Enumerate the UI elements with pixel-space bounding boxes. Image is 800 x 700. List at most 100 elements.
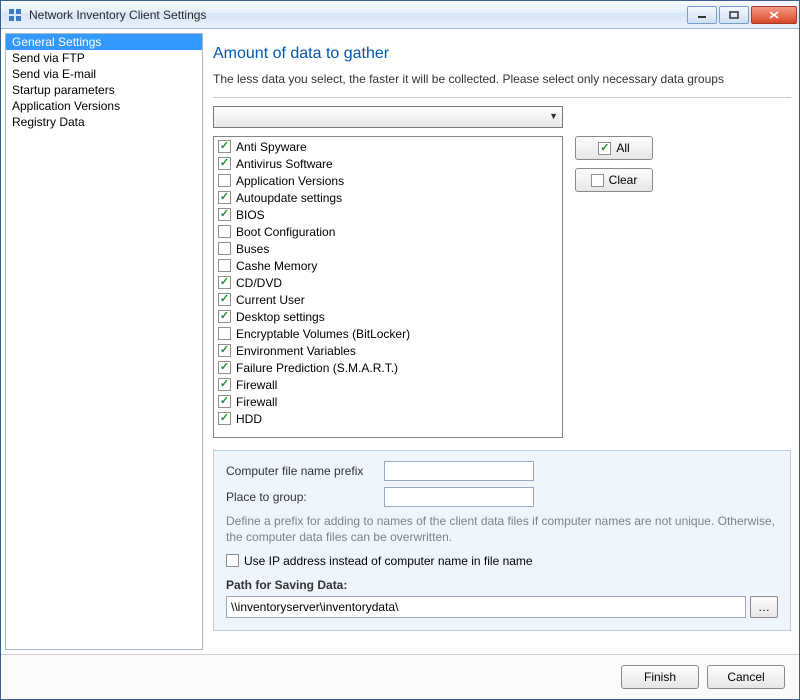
checkbox-icon[interactable] bbox=[218, 361, 231, 374]
options-panel: Computer file name prefix Place to group… bbox=[213, 450, 791, 630]
checklist-item-label: Antivirus Software bbox=[236, 157, 333, 171]
checklist-item-label: CD/DVD bbox=[236, 276, 282, 290]
sidebar-item-startup-parameters[interactable]: Startup parameters bbox=[6, 82, 202, 98]
titlebar: Network Inventory Client Settings bbox=[1, 1, 799, 29]
window-title: Network Inventory Client Settings bbox=[29, 8, 685, 22]
all-label: All bbox=[616, 141, 629, 155]
checklist-item[interactable]: Antivirus Software bbox=[214, 155, 562, 172]
cancel-button[interactable]: Cancel bbox=[707, 665, 785, 689]
use-ip-label: Use IP address instead of computer name … bbox=[244, 554, 533, 568]
maximize-button[interactable] bbox=[719, 6, 749, 24]
ellipsis-icon: … bbox=[758, 600, 770, 614]
checkbox-icon[interactable] bbox=[218, 259, 231, 272]
prefix-input[interactable] bbox=[384, 461, 534, 481]
checklist-item[interactable]: Buses bbox=[214, 240, 562, 257]
app-icon bbox=[7, 7, 23, 23]
cancel-label: Cancel bbox=[727, 670, 764, 684]
checklist-item-label: Failure Prediction (S.M.A.R.T.) bbox=[236, 361, 398, 375]
checklist-item[interactable]: Firewall bbox=[214, 376, 562, 393]
checkbox-icon[interactable] bbox=[218, 344, 231, 357]
path-row: … bbox=[226, 596, 778, 618]
sidebar-item-send-via-ftp[interactable]: Send via FTP bbox=[6, 50, 202, 66]
path-input[interactable] bbox=[226, 596, 746, 618]
sidebar-item-registry-data[interactable]: Registry Data bbox=[6, 114, 202, 130]
checkbox-icon[interactable] bbox=[218, 293, 231, 306]
checklist-item-label: Cashe Memory bbox=[236, 259, 317, 273]
checkbox-icon[interactable] bbox=[218, 327, 231, 340]
minimize-button[interactable] bbox=[687, 6, 717, 24]
sidebar: General SettingsSend via FTPSend via E-m… bbox=[5, 33, 203, 650]
checklist-item-label: Autoupdate settings bbox=[236, 191, 342, 205]
checkbox-icon[interactable] bbox=[218, 310, 231, 323]
checklist-item[interactable]: Current User bbox=[214, 291, 562, 308]
finish-button[interactable]: Finish bbox=[621, 665, 699, 689]
prefix-row: Computer file name prefix bbox=[226, 461, 778, 481]
checkbox-icon[interactable] bbox=[218, 174, 231, 187]
checklist-item-label: Environment Variables bbox=[236, 344, 356, 358]
checkbox-icon[interactable] bbox=[218, 225, 231, 238]
checkbox-icon[interactable] bbox=[218, 191, 231, 204]
use-ip-row: Use IP address instead of computer name … bbox=[226, 554, 778, 568]
clear-button[interactable]: Clear bbox=[575, 168, 653, 192]
checkbox-icon[interactable] bbox=[218, 208, 231, 221]
section-description: The less data you select, the faster it … bbox=[213, 71, 791, 87]
checklist-item[interactable]: Boot Configuration bbox=[214, 223, 562, 240]
sidebar-item-application-versions[interactable]: Application Versions bbox=[6, 98, 202, 114]
window-controls bbox=[685, 6, 797, 24]
checklist-item-label: HDD bbox=[236, 412, 262, 426]
checkbox-icon[interactable] bbox=[218, 140, 231, 153]
check-icon bbox=[598, 142, 611, 155]
sidebar-item-send-via-e-mail[interactable]: Send via E-mail bbox=[6, 66, 202, 82]
checklist-item[interactable]: Autoupdate settings bbox=[214, 189, 562, 206]
checklist-item[interactable]: Cashe Memory bbox=[214, 257, 562, 274]
checklist-item-label: Current User bbox=[236, 293, 305, 307]
clear-label: Clear bbox=[609, 173, 638, 187]
uncheck-icon bbox=[591, 174, 604, 187]
category-combo[interactable] bbox=[213, 106, 563, 128]
checklist-item[interactable]: Application Versions bbox=[214, 172, 562, 189]
close-button[interactable] bbox=[751, 6, 797, 24]
sidebar-item-general-settings[interactable]: General Settings bbox=[6, 34, 202, 50]
checklist-item[interactable]: Firewall bbox=[214, 393, 562, 410]
checkbox-icon[interactable] bbox=[218, 157, 231, 170]
group-row: Place to group: bbox=[226, 487, 778, 507]
checklist-item-label: Firewall bbox=[236, 395, 277, 409]
checklist-item-label: Boot Configuration bbox=[236, 225, 335, 239]
checklist-item[interactable]: CD/DVD bbox=[214, 274, 562, 291]
path-label: Path for Saving Data: bbox=[226, 578, 778, 592]
select-all-button[interactable]: All bbox=[575, 136, 653, 160]
checklist-item[interactable]: HDD bbox=[214, 410, 562, 427]
checklist-item[interactable]: Failure Prediction (S.M.A.R.T.) bbox=[214, 359, 562, 376]
browse-button[interactable]: … bbox=[750, 596, 778, 618]
checklist-item-label: Anti Spyware bbox=[236, 140, 307, 154]
help-text: Define a prefix for adding to names of t… bbox=[226, 513, 778, 545]
checklist-buttons: All Clear bbox=[575, 136, 653, 192]
checklist-item[interactable]: BIOS bbox=[214, 206, 562, 223]
footer: Finish Cancel bbox=[1, 654, 799, 699]
checklist-item-label: Firewall bbox=[236, 378, 277, 392]
checklist-row: Anti Spyware Antivirus Software Applicatio… bbox=[213, 136, 791, 438]
checklist-item-label: BIOS bbox=[236, 208, 265, 222]
checklist-item[interactable]: Anti Spyware bbox=[214, 138, 562, 155]
checklist-item[interactable]: Encryptable Volumes (BitLocker) bbox=[214, 325, 562, 342]
use-ip-checkbox[interactable] bbox=[226, 554, 239, 567]
section-title: Amount of data to gather bbox=[213, 45, 791, 63]
main-panel: Amount of data to gather The less data y… bbox=[209, 33, 795, 650]
checklist-item-label: Application Versions bbox=[236, 174, 344, 188]
window: Network Inventory Client Settings Genera… bbox=[0, 0, 800, 700]
checkbox-icon[interactable] bbox=[218, 242, 231, 255]
checklist-item[interactable]: Environment Variables bbox=[214, 342, 562, 359]
checklist-item[interactable]: Desktop settings bbox=[214, 308, 562, 325]
separator bbox=[213, 97, 791, 98]
checkbox-icon[interactable] bbox=[218, 412, 231, 425]
checkbox-icon[interactable] bbox=[218, 395, 231, 408]
data-group-checklist[interactable]: Anti Spyware Antivirus Software Applicatio… bbox=[213, 136, 563, 438]
finish-label: Finish bbox=[644, 670, 676, 684]
checkbox-icon[interactable] bbox=[218, 276, 231, 289]
group-label: Place to group: bbox=[226, 490, 376, 504]
body: General SettingsSend via FTPSend via E-m… bbox=[1, 29, 799, 654]
prefix-label: Computer file name prefix bbox=[226, 464, 376, 478]
group-input[interactable] bbox=[384, 487, 534, 507]
checklist-item-label: Encryptable Volumes (BitLocker) bbox=[236, 327, 410, 341]
checkbox-icon[interactable] bbox=[218, 378, 231, 391]
